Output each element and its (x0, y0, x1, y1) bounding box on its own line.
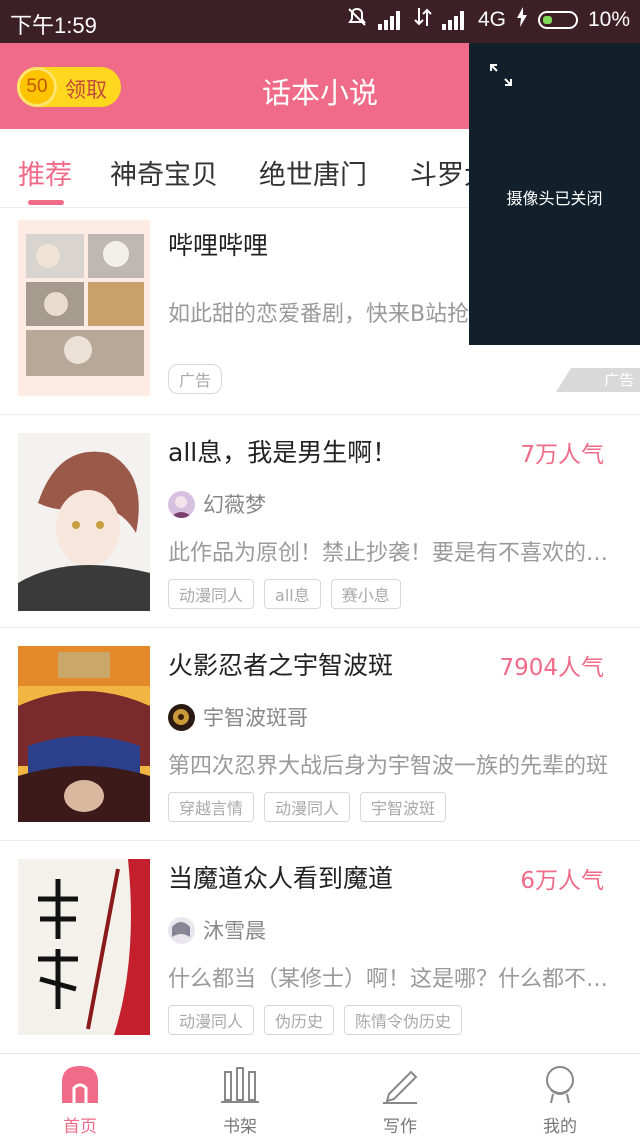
camera-status-text: 摄像头已关闭 (506, 189, 603, 208)
bottom-nav: 首页 书架 写作 我的 (0, 1053, 640, 1139)
author-avatar (168, 490, 195, 518)
story-card[interactable]: 火影忍者之宇智波斑 7904人气 宇智波斑哥 第四次忍界大战后身为宇智波一族的先… (0, 628, 640, 841)
story-tag[interactable]: 动漫同人 (264, 792, 351, 822)
author-avatar (168, 703, 195, 731)
signal-icon-2 (441, 10, 468, 30)
nav-label: 我的 (543, 1117, 577, 1137)
ad-cover-image (18, 220, 150, 396)
tab-pokemon[interactable]: 神奇宝贝 (110, 153, 218, 192)
charging-icon (516, 6, 528, 34)
battery-icon (537, 11, 578, 29)
nav-bookshelf[interactable]: 书架 (160, 1054, 320, 1139)
author-name: 沐雪晨 (203, 919, 266, 943)
story-cover-image (18, 646, 150, 822)
story-tag[interactable]: 宇智波斑 (360, 792, 447, 822)
battery-percent: 10% (587, 8, 630, 31)
story-card[interactable]: 当魔道众人看到魔道 6万人气 沐雪晨 什么都当（某修士）啊！这是哪？什么都不知道… (0, 841, 640, 1054)
nav-label: 书架 (223, 1117, 257, 1137)
status-icons: 4G 10% (346, 6, 630, 34)
story-title: 火影忍者之宇智波斑 (168, 651, 394, 680)
nav-profile[interactable]: 我的 (480, 1054, 640, 1139)
popularity-count: 7904人气 (499, 655, 604, 681)
tab-tang-sect[interactable]: 绝世唐门 (259, 153, 367, 192)
status-bar: 下午1:59 4G 10% (0, 0, 640, 43)
story-tag[interactable]: 动漫同人 (168, 1005, 255, 1035)
story-tag[interactable]: 穿越言情 (168, 792, 255, 822)
story-cover-image (18, 859, 150, 1035)
ad-corner-label: 广告 (556, 368, 640, 392)
tab-recommended[interactable]: 推荐 (18, 153, 72, 192)
expand-icon[interactable] (489, 63, 513, 87)
status-time: 下午1:59 (10, 13, 97, 38)
story-title: 当魔道众人看到魔道 (168, 864, 394, 893)
profile-icon (541, 1064, 579, 1104)
signal-icon (377, 10, 404, 30)
active-tab-indicator (28, 200, 64, 205)
story-description: 什么都当（某修士）啊！这是哪？什么都不知道 (168, 967, 620, 992)
camera-overlay[interactable]: 摄像头已关闭 (469, 43, 640, 345)
popularity-count: 6万人气 (520, 868, 604, 894)
nav-label: 写作 (383, 1117, 417, 1137)
story-tag[interactable]: 赛小息 (330, 579, 401, 609)
network-type: 4G (477, 8, 506, 31)
story-tag[interactable]: 陈情令伪历史 (344, 1005, 463, 1035)
home-icon (61, 1064, 99, 1104)
author-avatar (168, 916, 195, 944)
story-title: all息，我是男生啊！ (168, 438, 398, 467)
nav-home[interactable]: 首页 (0, 1054, 160, 1139)
bookshelf-icon (221, 1064, 259, 1104)
author-name: 幻薇梦 (203, 493, 266, 517)
mute-icon (346, 6, 368, 34)
nav-write[interactable]: 写作 (320, 1054, 480, 1139)
data-transfer-icon (414, 6, 432, 34)
story-description: 此作品为原创！禁止抄袭！要是有不喜欢的请自行离开 (168, 541, 620, 566)
pencil-icon (381, 1064, 419, 1104)
ad-badge: 广告 (168, 364, 223, 394)
story-card[interactable]: all息，我是男生啊！ 7万人气 幻薇梦 此作品为原创！禁止抄袭！要是有不喜欢的… (0, 415, 640, 628)
story-tag[interactable]: 伪历史 (264, 1005, 335, 1035)
popularity-count: 7万人气 (520, 442, 604, 468)
story-tag[interactable]: 动漫同人 (168, 579, 255, 609)
story-description: 第四次忍界大战后身为宇智波一族的先辈的斑 (168, 754, 609, 779)
story-tag[interactable]: all息 (264, 579, 321, 609)
nav-label: 首页 (63, 1117, 97, 1137)
author-name: 宇智波斑哥 (203, 706, 308, 730)
story-cover-image (18, 433, 150, 611)
ad-title: 哔哩哔哩 (168, 231, 269, 260)
